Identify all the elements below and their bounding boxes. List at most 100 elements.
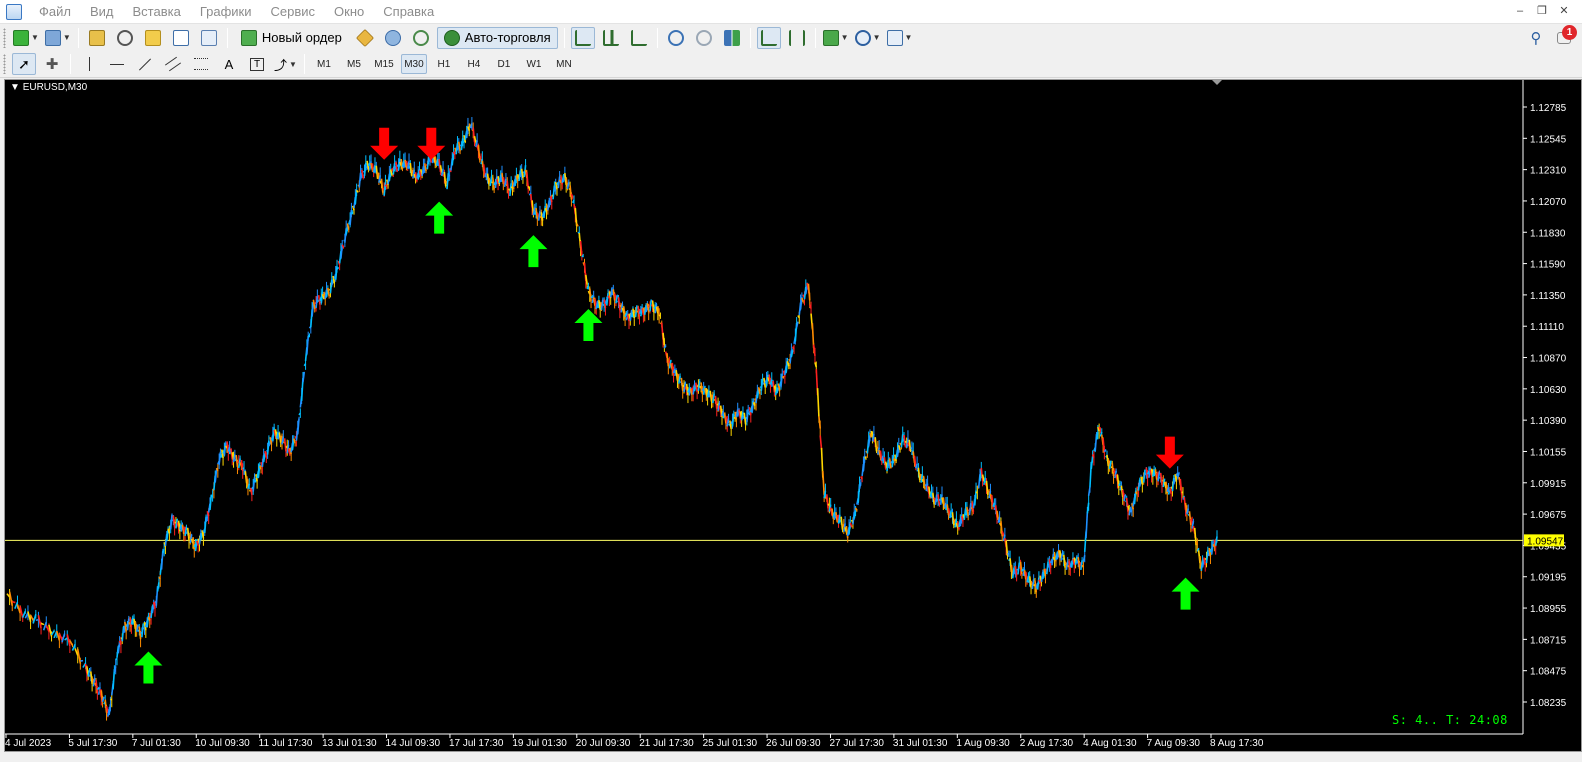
cursor-button[interactable]: ➚ bbox=[12, 53, 36, 75]
standard-toolbar: ▼ ▼ Новый ордер Авто-торговля ▼ ▼ ▼ ⚲ 1 bbox=[0, 24, 1582, 51]
metaeditor-icon bbox=[355, 28, 374, 47]
arrows-button[interactable]: ⤴ ▼ bbox=[273, 53, 298, 75]
market-watch-icon bbox=[88, 29, 105, 46]
templates-button[interactable]: ▼ bbox=[886, 27, 914, 49]
timeframe-h4[interactable]: H4 bbox=[461, 54, 487, 74]
timeframe-w1[interactable]: W1 bbox=[521, 54, 547, 74]
timeframe-m15[interactable]: M15 bbox=[371, 54, 397, 74]
zoom-out-button[interactable] bbox=[692, 27, 716, 49]
price-segment bbox=[375, 165, 379, 179]
toolbar-divider bbox=[814, 27, 816, 48]
timeframe-m1[interactable]: M1 bbox=[311, 54, 337, 74]
price-segment bbox=[609, 287, 613, 298]
price-segment bbox=[169, 514, 173, 530]
buy-signal-arrow bbox=[519, 235, 548, 268]
time-tick-label: 26 Jul 09:30 bbox=[766, 738, 821, 749]
timeframe-h1[interactable]: H1 bbox=[431, 54, 457, 74]
indicators-icon bbox=[822, 29, 839, 46]
price-tick-label: 1.12545 bbox=[1530, 134, 1567, 145]
search-button[interactable]: ⚲ bbox=[1524, 27, 1548, 49]
time-tick-label: 2 Aug 17:30 bbox=[1020, 738, 1074, 749]
restore-icon[interactable]: ❐ bbox=[1532, 2, 1552, 20]
price-tick-label: 1.11830 bbox=[1530, 228, 1566, 239]
price-tick-label: 1.09675 bbox=[1530, 510, 1567, 521]
strategy-tester-button[interactable] bbox=[197, 27, 221, 49]
timeframe-m5[interactable]: M5 bbox=[341, 54, 367, 74]
indicators-button[interactable]: ▼ bbox=[822, 27, 850, 49]
chart-window[interactable]: 1.12785 1.12545 1.12310 1.12070 1.11830 1.115… bbox=[4, 79, 1582, 752]
new-chart-button[interactable]: ▼ bbox=[12, 27, 40, 49]
profiles-button[interactable]: ▼ bbox=[44, 27, 72, 49]
auto-trading-button[interactable]: Авто-торговля bbox=[436, 26, 558, 49]
menu-item-file[interactable]: Файл bbox=[30, 0, 81, 24]
trendline-button[interactable] bbox=[133, 53, 157, 75]
community-button[interactable] bbox=[381, 27, 405, 49]
menu-item-window[interactable]: Окно bbox=[325, 0, 374, 24]
cursor-arrow-icon: ➚ bbox=[18, 55, 30, 72]
auto-trading-label: Авто-торговля bbox=[464, 30, 551, 45]
time-tick-label: 1 Aug 09:30 bbox=[956, 738, 1010, 749]
auto-scroll-button[interactable] bbox=[756, 26, 781, 49]
metaeditor-button[interactable] bbox=[353, 27, 377, 49]
price-segment bbox=[121, 626, 125, 642]
price-tick-label: 1.11590 bbox=[1530, 260, 1566, 271]
chart-shift-button[interactable] bbox=[785, 27, 809, 49]
auto-trading-icon bbox=[443, 29, 460, 46]
periods-button[interactable]: ▼ bbox=[854, 27, 882, 49]
current-price-label: 1.09547 bbox=[1527, 536, 1564, 547]
time-tick-label: 25 Jul 01:30 bbox=[703, 738, 758, 749]
bar-chart-icon bbox=[574, 29, 591, 46]
timeframe-d1[interactable]: D1 bbox=[491, 54, 517, 74]
chart-shift-marker bbox=[1212, 80, 1222, 85]
notifications-button[interactable]: 1 bbox=[1552, 24, 1577, 49]
buy-signal-arrow bbox=[574, 309, 603, 342]
candlestick-button[interactable] bbox=[599, 27, 623, 49]
price-tick-label: 1.09195 bbox=[1530, 573, 1567, 584]
time-tick-label: 21 Jul 17:30 bbox=[639, 738, 694, 749]
line-chart-button[interactable] bbox=[627, 27, 651, 49]
tile-windows-button[interactable] bbox=[720, 27, 744, 49]
line-studies-toolbar: ➚ ✚ A T ⤴ ▼ M1 M5 M15 M30 H1 H4 D1 W1 MN bbox=[0, 51, 1582, 78]
toolbar-grip[interactable] bbox=[3, 27, 6, 48]
price-chart[interactable]: 1.12785 1.12545 1.12310 1.12070 1.11830 1.115… bbox=[5, 80, 1581, 751]
menu-item-help[interactable]: Справка bbox=[374, 0, 444, 24]
toolbar-grip[interactable] bbox=[3, 54, 6, 74]
menu-item-tools[interactable]: Сервис bbox=[262, 0, 326, 24]
equidistant-channel-button[interactable] bbox=[161, 53, 185, 75]
profiles-icon bbox=[44, 29, 61, 46]
text-label-button[interactable]: T bbox=[245, 53, 269, 75]
horizontal-line-button[interactable] bbox=[105, 53, 129, 75]
price-segment bbox=[209, 494, 213, 511]
data-window-button[interactable] bbox=[113, 27, 137, 49]
new-order-button[interactable]: Новый ордер bbox=[234, 27, 349, 49]
price-segment bbox=[1142, 469, 1146, 483]
vertical-line-button[interactable] bbox=[77, 53, 101, 75]
timeframe-mn[interactable]: MN bbox=[551, 54, 577, 74]
minimize-icon[interactable]: – bbox=[1510, 2, 1530, 20]
text-tool-button[interactable]: A bbox=[217, 53, 241, 75]
menu-item-insert[interactable]: Вставка bbox=[124, 0, 191, 24]
time-tick-label: 13 Jul 01:30 bbox=[322, 738, 377, 749]
time-tick-label: 19 Jul 01:30 bbox=[512, 738, 567, 749]
channel-icon bbox=[164, 56, 182, 72]
time-tick-label: 14 Jul 09:30 bbox=[386, 738, 441, 749]
close-icon[interactable]: ✕ bbox=[1554, 2, 1574, 20]
fibonacci-button[interactable] bbox=[189, 53, 213, 75]
vertical-line-icon bbox=[88, 57, 90, 71]
terminal-button[interactable] bbox=[169, 27, 193, 49]
zoom-in-button[interactable] bbox=[664, 27, 688, 49]
price-segment bbox=[443, 171, 447, 187]
line-chart-icon bbox=[630, 29, 647, 46]
timeframe-m30[interactable]: M30 bbox=[400, 54, 427, 74]
menu-item-charts[interactable]: Графики bbox=[191, 0, 262, 24]
market-watch-button[interactable] bbox=[85, 27, 109, 49]
fibonacci-icon bbox=[194, 58, 208, 70]
status-strip bbox=[0, 752, 1582, 762]
crosshair-button[interactable]: ✚ bbox=[40, 53, 64, 75]
menu-item-view[interactable]: Вид bbox=[81, 0, 124, 24]
price-tick-label: 1.12070 bbox=[1530, 197, 1567, 208]
signals-button[interactable] bbox=[409, 27, 433, 49]
navigator-button[interactable] bbox=[141, 27, 165, 49]
trendline-icon bbox=[138, 57, 152, 71]
bar-chart-button[interactable] bbox=[570, 26, 595, 49]
